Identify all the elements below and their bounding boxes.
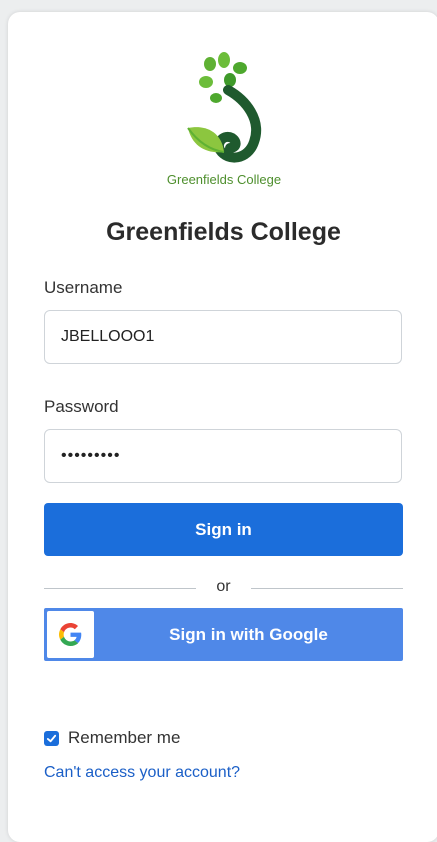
page-title: Greenfields College [106, 218, 341, 246]
login-card: Greenfields College Greenfields College … [8, 12, 437, 842]
remember-me-label: Remember me [68, 728, 181, 747]
google-icon-box [47, 611, 94, 658]
sign-in-button[interactable]: Sign in [44, 503, 403, 556]
remember-me-checkbox[interactable] [44, 730, 59, 746]
cant-access-account-link[interactable]: Can't access your account? [44, 764, 240, 782]
or-divider: or [44, 578, 403, 598]
tree-logo-icon [187, 52, 262, 163]
divider-text: or [216, 578, 231, 595]
remember-me[interactable]: Remember me [44, 728, 180, 748]
password-input[interactable] [44, 429, 402, 483]
password-label: Password [44, 397, 119, 416]
google-sign-in-label: Sign in with Google [169, 625, 328, 644]
google-sign-in-button[interactable]: Sign in with Google [44, 608, 403, 661]
logo-caption: Greenfields College [166, 172, 282, 187]
username-input[interactable] [44, 310, 402, 364]
college-logo: Greenfields College [158, 50, 290, 190]
checkmark-icon [46, 734, 57, 742]
username-label: Username [44, 278, 123, 297]
divider-line-right [251, 588, 403, 589]
google-g-icon [59, 623, 82, 646]
